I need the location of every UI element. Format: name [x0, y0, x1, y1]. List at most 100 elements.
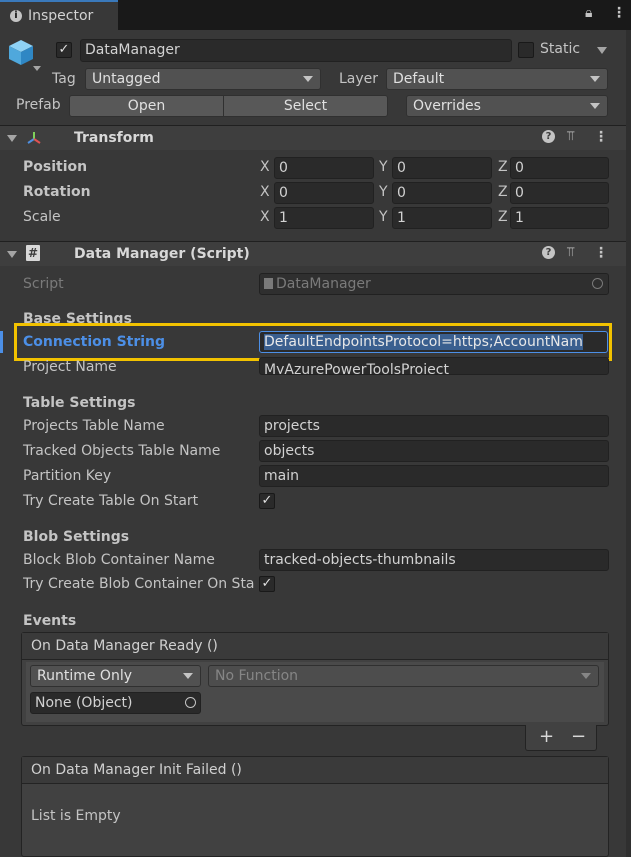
try-create-table-label: Try Create Table On Start [23, 493, 199, 509]
prefab-label: Prefab [16, 97, 61, 113]
csharp-script-icon: # [26, 245, 40, 261]
chevron-down-icon [581, 673, 591, 679]
event-ready-header: On Data Manager Ready () [22, 633, 608, 660]
window-tab-bar: i Inspector 🔒︎ ⋮ [0, 0, 631, 30]
scrollbar[interactable] [626, 30, 631, 857]
foldout-arrow-icon[interactable] [7, 135, 17, 142]
scale-z-input[interactable]: 1 [510, 207, 609, 229]
more-options-icon[interactable]: ⋮ [594, 245, 608, 261]
data-manager-header[interactable]: # Data Manager (Script) ? ⫪ ⋮ [0, 241, 631, 266]
object-name-input[interactable]: DataManager [80, 39, 512, 62]
remove-listener-button[interactable]: − [571, 726, 586, 747]
axis-z-label[interactable]: Z [498, 209, 508, 225]
tracked-table-label: Tracked Objects Table Name [23, 443, 221, 459]
rotation-z-input[interactable]: 0 [510, 182, 609, 204]
help-icon[interactable]: ? [542, 246, 555, 259]
try-create-blob-label: Try Create Blob Container On Sta [23, 576, 255, 592]
position-z-input[interactable]: 0 [510, 157, 609, 179]
lock-icon[interactable]: 🔒︎ [585, 5, 592, 21]
event-failed-header: On Data Manager Init Failed () [22, 757, 608, 784]
tag-dropdown[interactable]: Untagged [85, 68, 321, 90]
scale-label: Scale [23, 209, 61, 225]
preset-icon[interactable]: ⫪ [567, 245, 574, 260]
position-x-input[interactable]: 0 [274, 157, 374, 179]
icon-dropdown-chevron-icon[interactable] [33, 66, 41, 71]
layer-label: Layer [339, 71, 379, 87]
more-options-icon[interactable]: ⋮ [594, 129, 608, 145]
tab-inspector[interactable]: i Inspector [0, 0, 118, 30]
help-icon[interactable]: ? [542, 130, 555, 143]
preset-icon[interactable]: ⫪ [567, 129, 574, 144]
function-dropdown[interactable]: No Function [208, 665, 599, 687]
script-reference-field: DataManager [259, 273, 609, 295]
object-picker-icon[interactable] [185, 697, 196, 708]
listener-row: Runtime Only No Function None (Object) [26, 662, 604, 722]
prefab-overrides-dropdown[interactable]: Overrides [406, 95, 608, 117]
partition-key-label: Partition Key [23, 468, 112, 484]
position-y-input[interactable]: 0 [392, 157, 492, 179]
axis-z-label[interactable]: Z [498, 159, 508, 175]
chevron-down-icon [590, 103, 600, 109]
scale-x-input[interactable]: 1 [274, 207, 374, 229]
section-blob-settings: Blob Settings [23, 529, 130, 545]
connection-string-value: DefaultEndpointsProtocol=https;AccountNa… [264, 334, 583, 350]
transform-header[interactable]: Transform ? ⫪ ⋮ [0, 125, 631, 150]
info-icon: i [10, 10, 22, 22]
list-buttons: + − [525, 725, 597, 751]
partition-key-input[interactable]: main [259, 465, 609, 487]
axis-y-label[interactable]: Y [379, 209, 388, 225]
add-listener-button[interactable]: + [539, 726, 554, 747]
script-file-icon [264, 278, 273, 289]
axis-y-label[interactable]: Y [379, 184, 388, 200]
object-picker-icon [592, 278, 603, 289]
static-dropdown-chevron-icon[interactable] [597, 47, 607, 54]
transform-icon [26, 130, 42, 150]
runtime-value: Runtime Only [37, 668, 132, 684]
tag-value: Untagged [92, 71, 161, 87]
project-name-value: MyAzurePowerToolsProject [264, 362, 449, 375]
projects-table-label: Projects Table Name [23, 418, 165, 434]
event-ready-title: On Data Manager Ready () [31, 638, 218, 654]
function-value: No Function [215, 668, 299, 684]
active-checkbox[interactable]: ✓ [56, 42, 72, 58]
axis-x-label[interactable]: X [260, 184, 270, 200]
layer-dropdown[interactable]: Default [386, 68, 608, 90]
object-field[interactable]: None (Object) [30, 692, 201, 714]
chevron-down-icon [303, 76, 313, 82]
section-table-settings: Table Settings [23, 395, 136, 411]
chevron-down-icon [590, 76, 600, 82]
rotation-y-input[interactable]: 0 [392, 182, 492, 204]
script-value: DataManager [276, 276, 371, 292]
prefab-select-button[interactable]: Select [223, 95, 388, 117]
prefab-open-button[interactable]: Open [69, 95, 224, 117]
static-label: Static [540, 41, 581, 57]
rotation-x-input[interactable]: 0 [274, 182, 374, 204]
connection-string-input[interactable]: DefaultEndpointsProtocol=https;AccountNa… [259, 331, 608, 353]
component-title: Transform [74, 130, 154, 146]
event-failed-title: On Data Manager Init Failed () [31, 762, 242, 778]
script-label: Script [23, 276, 64, 292]
static-checkbox[interactable] [518, 42, 534, 58]
runtime-dropdown[interactable]: Runtime Only [30, 665, 201, 687]
project-name-input[interactable]: MyAzurePowerToolsProject [259, 357, 609, 375]
more-options-icon[interactable]: ⋮ [612, 5, 626, 21]
axis-x-label[interactable]: X [260, 209, 270, 225]
axis-z-label[interactable]: Z [498, 184, 508, 200]
connection-string-label: Connection String [23, 334, 166, 350]
axis-x-label[interactable]: X [260, 159, 270, 175]
axis-y-label[interactable]: Y [379, 159, 388, 175]
gameobject-cube-icon [7, 38, 35, 70]
block-blob-input[interactable]: tracked-objects-thumbnails [259, 549, 609, 571]
scale-y-input[interactable]: 1 [392, 207, 492, 229]
tag-label: Tag [52, 71, 76, 87]
event-failed-panel: On Data Manager Init Failed () List is E… [21, 756, 609, 857]
projects-table-input[interactable]: projects [259, 415, 609, 437]
object-value: None (Object) [35, 695, 133, 711]
project-name-label: Project Name [23, 359, 117, 375]
tracked-table-input[interactable]: objects [259, 440, 609, 462]
foldout-arrow-icon[interactable] [7, 251, 17, 258]
try-create-table-checkbox[interactable]: ✓ [259, 493, 275, 509]
list-empty-text: List is Empty [31, 808, 121, 824]
chevron-down-icon [183, 673, 193, 679]
try-create-blob-checkbox[interactable]: ✓ [259, 576, 275, 592]
